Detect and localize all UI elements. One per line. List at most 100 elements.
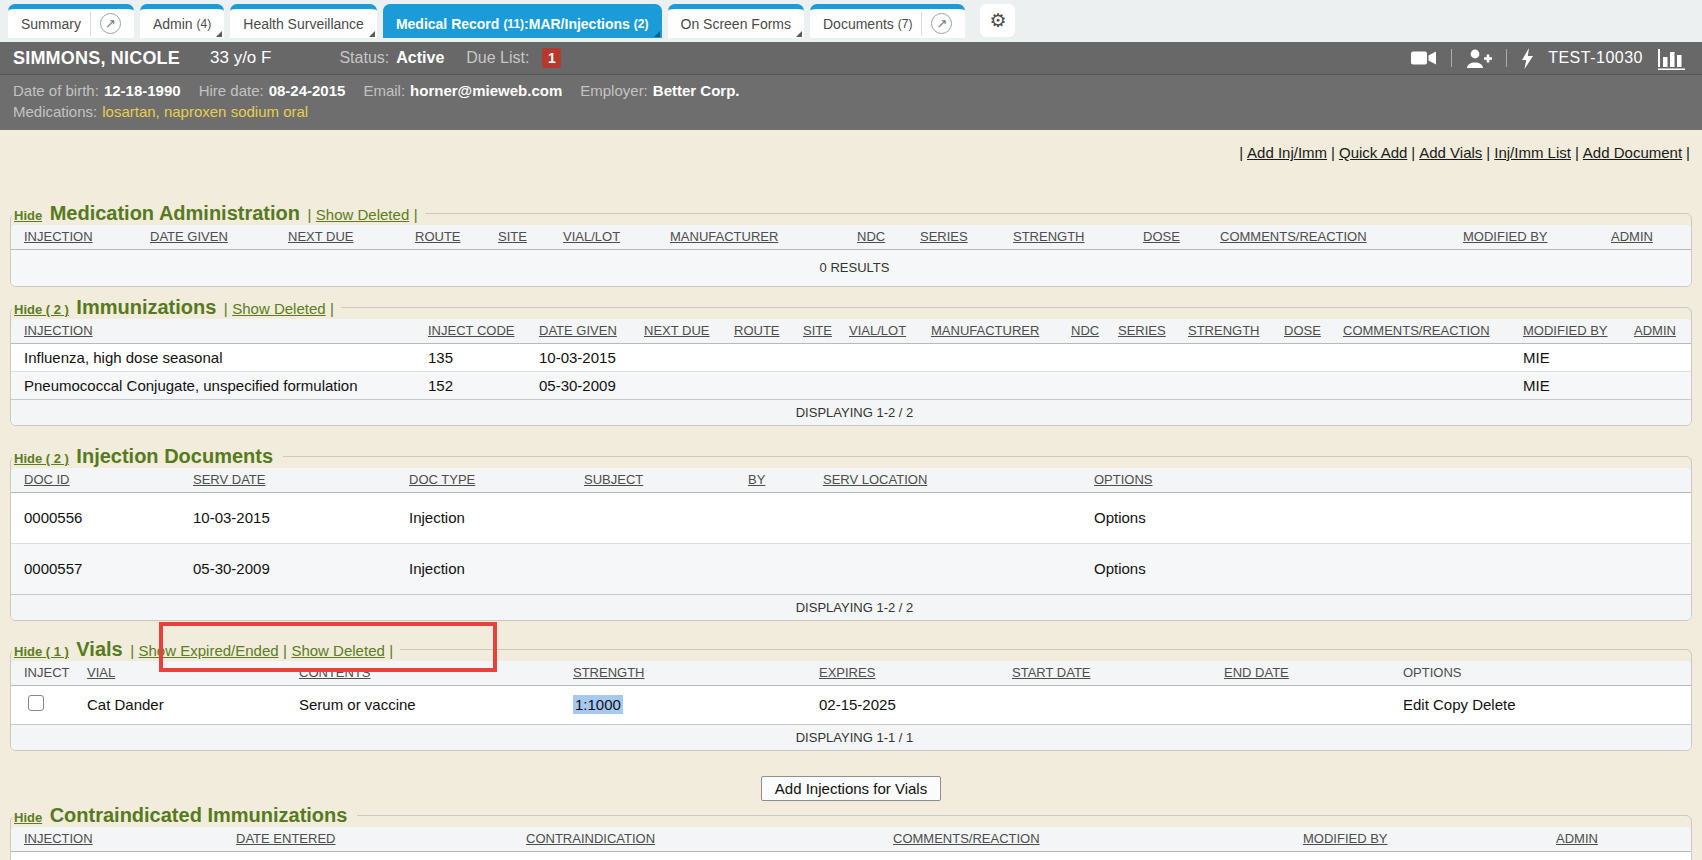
col-site[interactable]: SITE	[485, 225, 550, 249]
col-route[interactable]: ROUTE	[721, 319, 790, 343]
inj-imm-list-link[interactable]: Inj/Imm List	[1494, 144, 1571, 161]
col-vial[interactable]: VIAL	[74, 661, 286, 685]
video-camera-icon[interactable]	[1411, 50, 1437, 66]
col-doc-type[interactable]: DOC TYPE	[396, 468, 571, 492]
col-by[interactable]: BY	[735, 468, 810, 492]
col-admin[interactable]: ADMIN	[1598, 225, 1691, 249]
col-series[interactable]: SERIES	[1105, 319, 1175, 343]
col-dose[interactable]: DOSE	[1130, 225, 1207, 249]
col-contents[interactable]: CONTENTS	[286, 661, 560, 685]
show-deleted-link[interactable]: Show Deleted	[316, 206, 409, 223]
col-admin[interactable]: ADMIN	[1543, 827, 1691, 851]
col-injection[interactable]: INJECTION	[11, 319, 415, 343]
col-vial-lot[interactable]: VIAL/LOT	[836, 319, 918, 343]
col-modified-by[interactable]: MODIFIED BY	[1450, 225, 1598, 249]
tab-forms-label: On Screen Forms	[681, 16, 791, 32]
col-expires[interactable]: EXPIRES	[806, 661, 999, 685]
add-vials-link[interactable]: Add Vials	[1419, 144, 1482, 161]
col-comments-reaction[interactable]: COMMENTS/REACTION	[1207, 225, 1450, 249]
hide-link[interactable]: Hide ( 2 )	[14, 451, 69, 466]
col-contraindication[interactable]: CONTRAINDICATION	[513, 827, 880, 851]
cell-doc-type: Injection	[396, 492, 571, 543]
col-comments-reaction[interactable]: COMMENTS/REACTION	[1330, 319, 1510, 343]
options-link[interactable]: Options	[1081, 492, 1691, 543]
add-inj-imm-link[interactable]: Add Inj/Imm	[1247, 144, 1327, 161]
hide-link[interactable]: Hide ( 1 )	[14, 644, 69, 659]
empty-results-text: 0 RESULTS	[11, 249, 1691, 286]
col-date-given[interactable]: DATE GIVEN	[137, 225, 275, 249]
col-strength[interactable]: STRENGTH	[1000, 225, 1130, 249]
status-label: Status:	[339, 49, 389, 67]
tab-documents-count: (7)	[898, 17, 913, 31]
col-comments-reaction[interactable]: COMMENTS/REACTION	[880, 827, 1290, 851]
col-modified-by[interactable]: MODIFIED BY	[1290, 827, 1543, 851]
quick-add-link[interactable]: Quick Add	[1339, 144, 1407, 161]
hide-link[interactable]: Hide	[14, 810, 42, 825]
col-date-entered[interactable]: DATE ENTERED	[223, 827, 513, 851]
add-person-icon[interactable]	[1466, 49, 1492, 68]
popout-icon[interactable]: ↗	[100, 13, 121, 34]
bar-chart-icon[interactable]	[1657, 47, 1687, 70]
vial-checkbox[interactable]	[28, 695, 44, 711]
patient-subheader: Date of birth:12-18-1990 Hire date:08-24…	[0, 75, 1702, 130]
col-injection[interactable]: INJECTION	[11, 225, 137, 249]
col-ndc[interactable]: NDC	[844, 225, 907, 249]
col-manufacturer[interactable]: MANUFACTURER	[918, 319, 1058, 343]
col-dose[interactable]: DOSE	[1271, 319, 1330, 343]
col-manufacturer[interactable]: MANUFACTURER	[657, 225, 844, 249]
options-link[interactable]: Options	[1081, 543, 1691, 594]
col-route[interactable]: ROUTE	[402, 225, 485, 249]
col-options[interactable]: OPTIONS	[1081, 468, 1691, 492]
col-site[interactable]: SITE	[790, 319, 836, 343]
tab-admin[interactable]: Admin (4)	[140, 4, 224, 38]
medications-links[interactable]: losartan, naproxen sodium oral	[102, 103, 308, 120]
show-deleted-link[interactable]: Show Deleted	[232, 300, 325, 317]
section-medication-administration: Hide Medication Administration | Show De…	[10, 202, 1692, 287]
edit-copy-delete-links[interactable]: Edit Copy Delete	[1390, 685, 1691, 724]
due-list-badge[interactable]: 1	[542, 48, 561, 68]
col-next-due[interactable]: NEXT DUE	[631, 319, 721, 343]
tab-summary[interactable]: Summary ↗	[8, 4, 134, 38]
col-strength[interactable]: STRENGTH	[560, 661, 806, 685]
col-next-due[interactable]: NEXT DUE	[275, 225, 402, 249]
tab-on-screen-forms[interactable]: On Screen Forms	[668, 4, 804, 38]
col-start-date[interactable]: START DATE	[999, 661, 1211, 685]
col-inject-code[interactable]: INJECT CODE	[415, 319, 526, 343]
tab-bar: Summary ↗ Admin (4) Health Surveillance …	[0, 0, 1702, 42]
col-strength[interactable]: STRENGTH	[1175, 319, 1271, 343]
dob-value: 12-18-1990	[104, 82, 181, 99]
vials-table: INJECT VIAL CONTENTS STRENGTH EXPIRES ST…	[11, 661, 1691, 750]
hide-link[interactable]: Hide ( 2 )	[14, 302, 69, 317]
tab-medical-record[interactable]: Medical Record (11):MAR/Injections (2)	[383, 4, 662, 38]
col-vial-lot[interactable]: VIAL/LOT	[550, 225, 657, 249]
col-modified-by[interactable]: MODIFIED BY	[1510, 319, 1621, 343]
col-injection[interactable]: INJECTION	[11, 827, 223, 851]
cell-modified-by: MIE	[1510, 343, 1621, 371]
divider	[1506, 49, 1507, 67]
tab-medical-count: (11)	[503, 17, 524, 31]
tab-documents[interactable]: Documents (7) ↗	[810, 4, 965, 38]
col-series[interactable]: SERIES	[907, 225, 1000, 249]
col-serv-date[interactable]: SERV DATE	[180, 468, 396, 492]
show-deleted-link[interactable]: Show Deleted	[291, 642, 384, 659]
col-admin[interactable]: ADMIN	[1621, 319, 1691, 343]
lightning-icon[interactable]	[1521, 48, 1534, 69]
hide-link[interactable]: Hide	[14, 208, 42, 223]
popout-icon[interactable]: ↗	[931, 13, 952, 34]
col-subject[interactable]: SUBJECT	[571, 468, 735, 492]
tab-admin-count: (4)	[197, 17, 212, 31]
tab-health-surveillance[interactable]: Health Surveillance	[230, 4, 377, 38]
col-doc-id[interactable]: DOC ID	[11, 468, 180, 492]
tab-medical-label: Medical Record	[396, 16, 499, 32]
cell-modified-by: MIE	[1510, 371, 1621, 399]
chart-id: TEST-10030	[1548, 49, 1643, 67]
col-date-given[interactable]: DATE GIVEN	[526, 319, 631, 343]
settings-gear-button[interactable]: ⚙	[980, 4, 1015, 37]
col-ndc[interactable]: NDC	[1058, 319, 1105, 343]
table-header-row: DOC ID SERV DATE DOC TYPE SUBJECT BY SER…	[11, 468, 1691, 492]
col-serv-location[interactable]: SERV LOCATION	[810, 468, 1081, 492]
add-document-link[interactable]: Add Document	[1583, 144, 1682, 161]
add-injections-for-vials-button[interactable]: Add Injections for Vials	[761, 776, 941, 801]
col-end-date[interactable]: END DATE	[1211, 661, 1390, 685]
show-expired-ended-link[interactable]: Show Expired/Ended	[139, 642, 279, 659]
